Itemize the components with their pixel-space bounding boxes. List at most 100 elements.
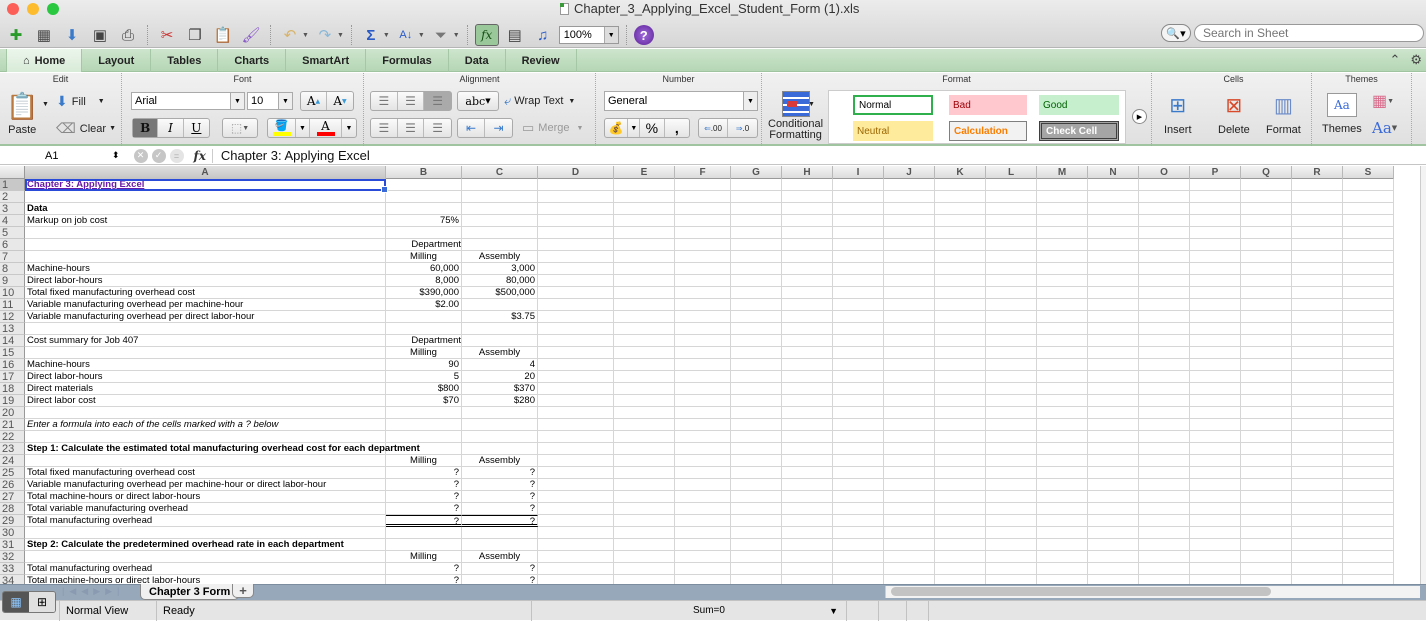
cell-s16[interactable] xyxy=(1343,359,1394,371)
cell-s33[interactable] xyxy=(1343,563,1394,575)
cell-q23[interactable] xyxy=(1241,443,1292,455)
cell-n12[interactable] xyxy=(1088,311,1139,323)
cell-i2[interactable] xyxy=(833,191,884,203)
cell-n5[interactable] xyxy=(1088,227,1139,239)
cell-k34[interactable] xyxy=(935,575,986,584)
row-header[interactable]: 10 xyxy=(0,287,25,299)
cell-e3[interactable] xyxy=(614,203,675,215)
cell-s29[interactable] xyxy=(1343,515,1394,527)
cell-m9[interactable] xyxy=(1037,275,1088,287)
cell-g22[interactable] xyxy=(731,431,782,443)
cell-e21[interactable] xyxy=(614,419,675,431)
column-header-o[interactable]: O xyxy=(1139,166,1190,179)
cell-h7[interactable] xyxy=(782,251,833,263)
cell-b34[interactable]: ? xyxy=(386,575,462,584)
cell-h29[interactable] xyxy=(782,515,833,527)
column-header-m[interactable]: M xyxy=(1037,166,1088,179)
cell-j6[interactable] xyxy=(884,239,935,251)
enter-icon[interactable]: ✓ xyxy=(151,148,166,163)
cell-j29[interactable] xyxy=(884,515,935,527)
cell-a4[interactable]: Markup on job cost xyxy=(25,215,386,227)
cell-r21[interactable] xyxy=(1292,419,1343,431)
cell-e25[interactable] xyxy=(614,467,675,479)
cell-n25[interactable] xyxy=(1088,467,1139,479)
cell-j34[interactable] xyxy=(884,575,935,584)
cell-b13[interactable] xyxy=(386,323,462,335)
cell-m5[interactable] xyxy=(1037,227,1088,239)
cell-a3[interactable]: Data xyxy=(25,203,386,215)
cell-a27[interactable]: Total machine-hours or direct labor-hour… xyxy=(25,491,386,503)
cell-e11[interactable] xyxy=(614,299,675,311)
cell-o28[interactable] xyxy=(1139,503,1190,515)
cell-o32[interactable] xyxy=(1139,551,1190,563)
cell-s32[interactable] xyxy=(1343,551,1394,563)
cell-l6[interactable] xyxy=(986,239,1037,251)
cell-b25[interactable]: ? xyxy=(386,467,462,479)
cell-j7[interactable] xyxy=(884,251,935,263)
cell-r6[interactable] xyxy=(1292,239,1343,251)
cell-b10[interactable]: $390,000 xyxy=(386,287,462,299)
cell-a12[interactable]: Variable manufacturing overhead per dire… xyxy=(25,311,386,323)
cell-g14[interactable] xyxy=(731,335,782,347)
cell-j28[interactable] xyxy=(884,503,935,515)
cell-s31[interactable] xyxy=(1343,539,1394,551)
cell-e29[interactable] xyxy=(614,515,675,527)
cell-r31[interactable] xyxy=(1292,539,1343,551)
cell-i18[interactable] xyxy=(833,383,884,395)
cell-q15[interactable] xyxy=(1241,347,1292,359)
cell-f31[interactable] xyxy=(675,539,731,551)
row-header[interactable]: 11 xyxy=(0,299,25,311)
cell-d3[interactable] xyxy=(538,203,614,215)
cell-p7[interactable] xyxy=(1190,251,1241,263)
cell-m10[interactable] xyxy=(1037,287,1088,299)
cell-l31[interactable] xyxy=(986,539,1037,551)
cell-d12[interactable] xyxy=(538,311,614,323)
cell-a24[interactable] xyxy=(25,455,386,467)
fill-button[interactable]: ⬇ Fill ▼ xyxy=(56,93,105,110)
cell-d26[interactable] xyxy=(538,479,614,491)
cell-b4[interactable]: 75% xyxy=(386,215,462,227)
cell-i6[interactable] xyxy=(833,239,884,251)
cell-j30[interactable] xyxy=(884,527,935,539)
cell-a29[interactable]: Total manufacturing overhead xyxy=(25,515,386,527)
cell-d6[interactable] xyxy=(538,239,614,251)
cell-o23[interactable] xyxy=(1139,443,1190,455)
cell-e27[interactable] xyxy=(614,491,675,503)
cell-c31[interactable] xyxy=(462,539,538,551)
cell-m34[interactable] xyxy=(1037,575,1088,584)
cell-o22[interactable] xyxy=(1139,431,1190,443)
cell-s23[interactable] xyxy=(1343,443,1394,455)
cell-f9[interactable] xyxy=(675,275,731,287)
cell-g33[interactable] xyxy=(731,563,782,575)
wrap-text-button[interactable]: ⤶ Wrap Text ▼ xyxy=(504,93,575,109)
cell-o30[interactable] xyxy=(1139,527,1190,539)
row-header[interactable]: 13 xyxy=(0,323,25,335)
cell-a26[interactable]: Variable manufacturing overhead per mach… xyxy=(25,479,386,491)
cell-s8[interactable] xyxy=(1343,263,1394,275)
cell-g28[interactable] xyxy=(731,503,782,515)
cell-b32[interactable]: Milling xyxy=(386,551,462,563)
cell-k27[interactable] xyxy=(935,491,986,503)
cell-l1[interactable] xyxy=(986,179,1037,191)
cell-d22[interactable] xyxy=(538,431,614,443)
cell-f2[interactable] xyxy=(675,191,731,203)
row-header[interactable]: 29 xyxy=(0,515,25,527)
cell-m33[interactable] xyxy=(1037,563,1088,575)
undo-dropdown-icon[interactable]: ▼ xyxy=(302,32,309,39)
cell-n18[interactable] xyxy=(1088,383,1139,395)
cell-c9[interactable]: 80,000 xyxy=(462,275,538,287)
cell-i22[interactable] xyxy=(833,431,884,443)
cell-j10[interactable] xyxy=(884,287,935,299)
cell-m25[interactable] xyxy=(1037,467,1088,479)
cell-a30[interactable] xyxy=(25,527,386,539)
cell-i25[interactable] xyxy=(833,467,884,479)
cell-n3[interactable] xyxy=(1088,203,1139,215)
cell-e31[interactable] xyxy=(614,539,675,551)
cell-h26[interactable] xyxy=(782,479,833,491)
cell-s7[interactable] xyxy=(1343,251,1394,263)
cell-l32[interactable] xyxy=(986,551,1037,563)
cell-q3[interactable] xyxy=(1241,203,1292,215)
cell-i4[interactable] xyxy=(833,215,884,227)
cell-b18[interactable]: $800 xyxy=(386,383,462,395)
cell-e23[interactable] xyxy=(614,443,675,455)
